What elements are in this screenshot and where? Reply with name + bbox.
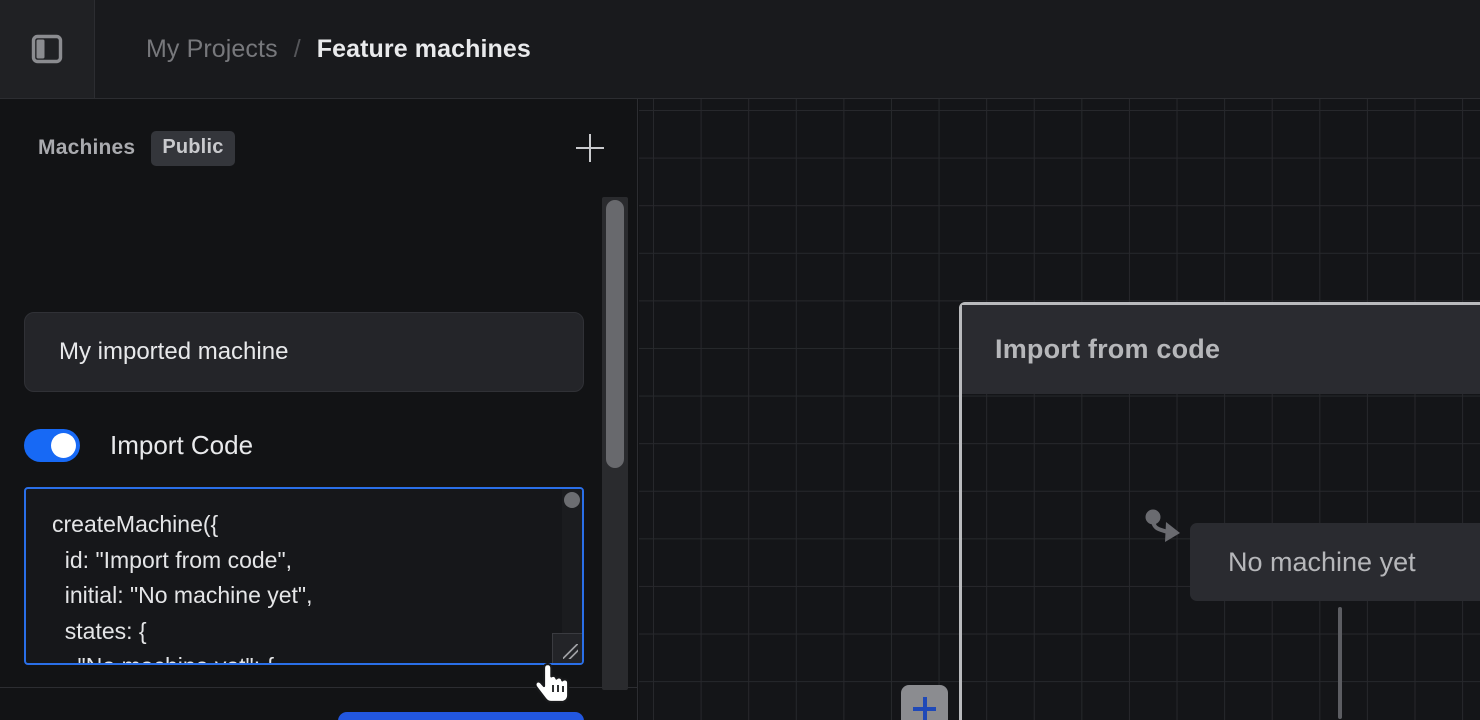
machine-name-input[interactable]	[24, 312, 584, 392]
machines-sidebar: Machines Public Import Code createMachin…	[0, 99, 638, 720]
app-root: My Projects / Feature machines Machines …	[0, 0, 1480, 720]
sidebar-title: Machines	[38, 136, 135, 160]
code-editor-text[interactable]: createMachine({ id: "Import from code", …	[26, 489, 562, 665]
sidebar-toggle-button[interactable]	[0, 0, 95, 98]
code-editor[interactable]: createMachine({ id: "Import from code", …	[24, 487, 584, 665]
state-node-child[interactable]: No machine yet	[1190, 523, 1480, 601]
toggle-knob	[51, 433, 76, 458]
canvas-add-state-button[interactable]	[901, 685, 948, 720]
state-node-parent-header: Import from code	[962, 305, 1480, 394]
visibility-badge-public[interactable]: Public	[151, 131, 234, 166]
create-machine-button[interactable]: Create machine	[338, 712, 584, 720]
transition-edge	[1338, 607, 1342, 719]
form-actions: Cancel Create machine	[24, 705, 584, 720]
resize-grip-icon[interactable]	[552, 633, 582, 663]
state-node-child-title: No machine yet	[1228, 547, 1416, 578]
breadcrumb-parent[interactable]: My Projects	[146, 35, 278, 64]
import-code-toggle-row: Import Code	[24, 429, 253, 462]
state-node-parent[interactable]: Import from code	[959, 302, 1480, 720]
import-code-label: Import Code	[110, 430, 253, 461]
sidebar-header: Machines Public	[0, 99, 638, 197]
breadcrumb-current[interactable]: Feature machines	[317, 35, 531, 64]
sidebar-scrollbar-thumb[interactable]	[606, 200, 624, 468]
create-machine-form: Import Code createMachine({ id: "Import …	[0, 197, 600, 720]
top-bar: My Projects / Feature machines	[0, 0, 1480, 99]
sidebar-divider	[0, 687, 638, 688]
breadcrumb-separator: /	[294, 35, 301, 64]
sidebar-scrollbar[interactable]	[602, 197, 628, 690]
cancel-button[interactable]: Cancel	[180, 712, 310, 720]
sidebar-panel-icon	[31, 33, 63, 65]
state-node-parent-title: Import from code	[995, 334, 1220, 365]
initial-state-arrow-icon	[1144, 509, 1192, 562]
plus-icon[interactable]	[576, 134, 604, 162]
machine-canvas[interactable]: Import from code No machine yet	[639, 99, 1480, 720]
scrollbar-thumb[interactable]	[564, 492, 580, 508]
import-code-toggle[interactable]	[24, 429, 80, 462]
breadcrumb: My Projects / Feature machines	[95, 35, 531, 64]
